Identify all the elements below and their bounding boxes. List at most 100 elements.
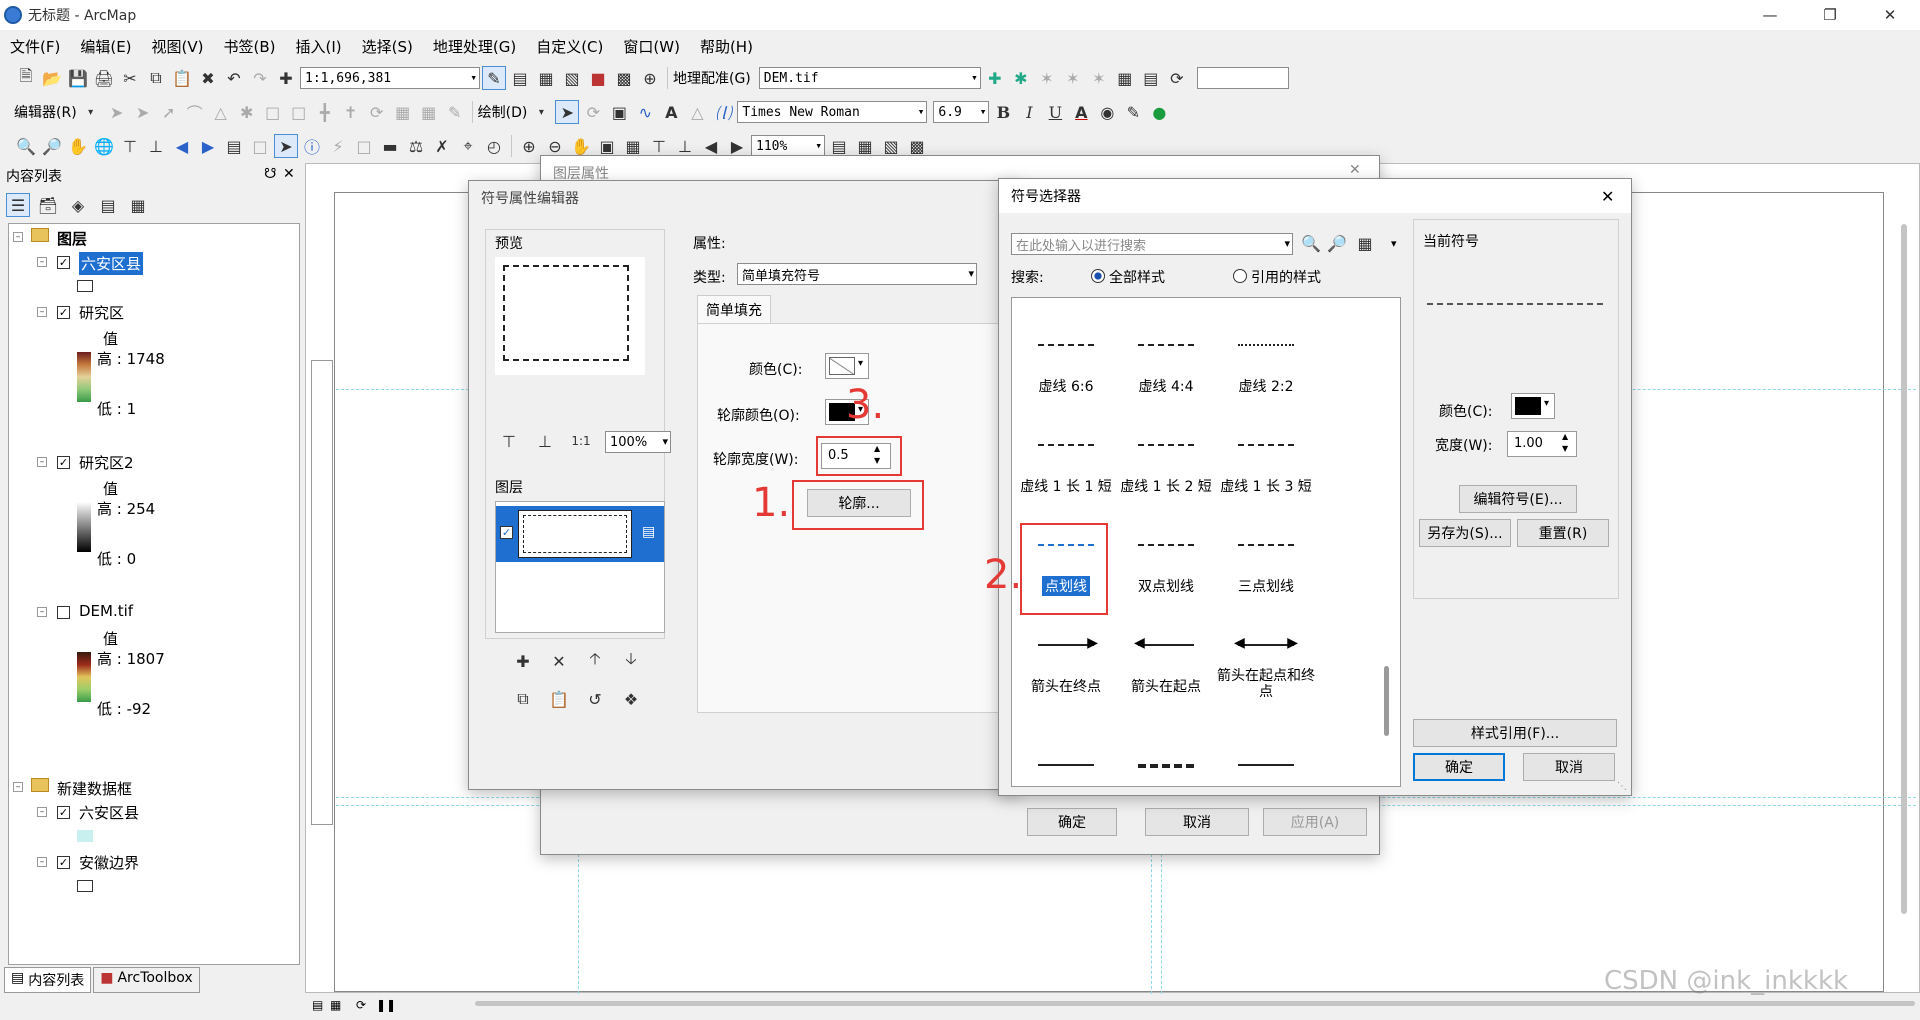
reset-button[interactable]: 重置(R) bbox=[1517, 519, 1609, 547]
refresh-icon[interactable]: ⟳ bbox=[1165, 66, 1189, 90]
close-icon[interactable]: ✕ bbox=[1349, 162, 1361, 178]
cut-polygon-icon[interactable]: ╋ bbox=[313, 100, 337, 124]
spin-down-icon[interactable]: ▼ bbox=[1562, 444, 1568, 453]
horizontal-scrollbar[interactable] bbox=[475, 1001, 1915, 1006]
marker-color-icon[interactable]: ● bbox=[1147, 100, 1171, 124]
tab-simple-fill[interactable]: 简单填充 bbox=[697, 295, 771, 324]
find-icon[interactable]: ⚖ bbox=[404, 134, 428, 158]
minimize-button[interactable]: — bbox=[1740, 0, 1800, 30]
zoom-out-icon[interactable]: 🔎 bbox=[40, 134, 64, 158]
resize-grip-icon[interactable]: ⋱ bbox=[1617, 781, 1627, 792]
search-window-icon[interactable]: ▧ bbox=[560, 66, 584, 90]
measure-icon[interactable]: ▬ bbox=[378, 134, 402, 158]
radio-ref-styles[interactable] bbox=[1233, 269, 1247, 283]
line-draw-icon[interactable]: ∿ bbox=[633, 100, 657, 124]
list-by-visibility-icon[interactable]: ◈ bbox=[66, 193, 90, 217]
collapse-icon[interactable]: – bbox=[37, 857, 47, 867]
symbol-layers-list[interactable]: ✓ ▤ bbox=[495, 501, 665, 633]
spin-up-icon[interactable]: ▲ bbox=[1562, 432, 1568, 441]
copy-layer-icon[interactable]: ⧉ bbox=[511, 687, 535, 711]
zoom-to-selected-icon[interactable]: ▣ bbox=[607, 100, 631, 124]
view-options-icon[interactable]: ▦ bbox=[1353, 231, 1377, 255]
symbol-item[interactable]: ▶ ◀ 箭头在起点和终点 bbox=[1216, 618, 1316, 700]
ok-button[interactable]: 确定 bbox=[1027, 808, 1117, 836]
color-picker[interactable]: ▾ bbox=[1511, 393, 1555, 419]
width-input[interactable]: 1.00 ▲ ▼ bbox=[1507, 431, 1577, 457]
search-icon[interactable]: 🔍 bbox=[1299, 231, 1323, 255]
catalog-icon[interactable]: ▦ bbox=[534, 66, 558, 90]
search-clear-icon[interactable]: 🔎 bbox=[1325, 231, 1349, 255]
layer-checkbox[interactable]: ✓ bbox=[57, 256, 70, 269]
collapse-icon[interactable]: – bbox=[13, 232, 23, 242]
toc-window-icon[interactable]: ▤ bbox=[508, 66, 532, 90]
menu-item[interactable]: 窗口(W) bbox=[613, 36, 690, 57]
sketch-props-icon[interactable]: ▦ bbox=[417, 100, 441, 124]
edit-vertices-icon[interactable]: □ bbox=[261, 100, 285, 124]
shift-icon[interactable]: ✶ bbox=[1061, 66, 1085, 90]
go-to-xy-icon[interactable]: ⌖ bbox=[456, 134, 480, 158]
fixed-zoom-in-icon[interactable]: ⊤ bbox=[118, 134, 142, 158]
clear-selection-icon[interactable]: □ bbox=[248, 134, 272, 158]
symbol-item[interactable]: 虚线 1 长 1 短 bbox=[1016, 418, 1116, 498]
add-data-icon[interactable]: ✚ bbox=[274, 66, 298, 90]
text-icon[interactable]: A bbox=[659, 100, 683, 124]
html-popup-icon[interactable]: □ bbox=[352, 134, 376, 158]
close-panel-icon[interactable]: ✕ bbox=[283, 166, 295, 182]
paste-icon[interactable]: 📋 bbox=[170, 66, 194, 90]
point-icon[interactable]: ✱ bbox=[235, 100, 259, 124]
link-table-icon[interactable]: ▦ bbox=[1113, 66, 1137, 90]
editor-menu[interactable]: 编辑器(R) bbox=[14, 102, 77, 122]
reset-layer-icon[interactable]: ↺ bbox=[583, 687, 607, 711]
route-icon[interactable]: ✗ bbox=[430, 134, 454, 158]
zoom-in-icon[interactable]: 🔍 bbox=[14, 134, 38, 158]
undo-icon[interactable]: ↶ bbox=[222, 66, 246, 90]
new-doc-icon[interactable]: 🗎 bbox=[14, 66, 38, 90]
layer-name[interactable]: 研究区 bbox=[79, 302, 124, 323]
layer-name[interactable]: 六安区县 bbox=[79, 802, 139, 823]
select-features-icon[interactable]: ▤ bbox=[222, 134, 246, 158]
select-elements-icon[interactable]: ➤ bbox=[555, 100, 580, 124]
pin-icon[interactable]: ☋ bbox=[264, 166, 276, 182]
straight-segment-icon[interactable]: ➚ bbox=[157, 100, 181, 124]
layer-checkbox[interactable]: ✓ bbox=[57, 856, 70, 869]
delete-icon[interactable]: ✖ bbox=[196, 66, 220, 90]
menu-item[interactable]: 地理处理(G) bbox=[423, 36, 526, 57]
georef-menu[interactable]: 地理配准(G) bbox=[673, 68, 751, 88]
collapse-icon[interactable]: – bbox=[37, 607, 47, 617]
georef-layer-combo[interactable]: DEM.tif ▾ bbox=[758, 67, 981, 89]
callout-icon[interactable]: △ bbox=[685, 100, 709, 124]
italic-icon[interactable]: I bbox=[1017, 100, 1041, 124]
menu-item[interactable]: 帮助(H) bbox=[690, 36, 763, 57]
cancel-button[interactable]: 取消 bbox=[1145, 808, 1249, 836]
tab-arctoolbox[interactable]: ■ ArcToolbox bbox=[93, 967, 200, 993]
move-up-icon[interactable]: 🡡 bbox=[583, 649, 607, 673]
symbol-item[interactable]: ▶ 箭头在终点 bbox=[1016, 618, 1116, 698]
collapse-icon[interactable]: – bbox=[37, 257, 47, 267]
symbol-layer-checkbox[interactable]: ✓ bbox=[500, 526, 513, 539]
layer-checkbox[interactable]: ✓ bbox=[57, 456, 70, 469]
select-pointer-icon[interactable]: ➤ bbox=[274, 134, 298, 158]
menu-item[interactable]: 选择(S) bbox=[352, 36, 423, 57]
close-icon[interactable]: ✕ bbox=[1601, 187, 1614, 206]
viewer-icon[interactable]: ▤ bbox=[1139, 66, 1163, 90]
symbol-search-input[interactable]: 在此处输入以进行搜索 ▾ bbox=[1011, 233, 1293, 255]
editor-toolbar-icon[interactable]: ✎ bbox=[482, 66, 506, 90]
trace-icon[interactable]: △ bbox=[209, 100, 233, 124]
bold-icon[interactable]: B bbox=[991, 100, 1015, 124]
layout-zoom-combo[interactable]: 110% ▾ bbox=[751, 135, 825, 157]
type-combo[interactable]: 简单填充符号 ▾ bbox=[737, 263, 977, 285]
dataframe-2-label[interactable]: 新建数据框 bbox=[57, 778, 132, 799]
symbol-item[interactable]: ◀ 箭头在起点 bbox=[1116, 618, 1216, 698]
auto-adjust-icon[interactable]: ✱ bbox=[1009, 66, 1033, 90]
pan-icon[interactable]: ✋ bbox=[66, 134, 90, 158]
layer-name[interactable]: 安徽边界 bbox=[79, 852, 139, 873]
tab-toc[interactable]: ▤ 内容列表 bbox=[4, 967, 92, 993]
layout-zoom-in-icon[interactable]: ⊕ bbox=[517, 134, 541, 158]
edit-symbol-button[interactable]: 编辑符号(E)... bbox=[1459, 485, 1577, 513]
menu-item[interactable]: 文件(F) bbox=[0, 36, 70, 57]
collapse-icon[interactable]: – bbox=[37, 307, 47, 317]
font-color-icon[interactable]: A bbox=[1069, 100, 1093, 124]
vertical-scrollbar[interactable] bbox=[1901, 224, 1907, 914]
rotate-icon[interactable]: ✶ bbox=[1035, 66, 1059, 90]
lock-icon[interactable]: ▤ bbox=[642, 524, 655, 540]
